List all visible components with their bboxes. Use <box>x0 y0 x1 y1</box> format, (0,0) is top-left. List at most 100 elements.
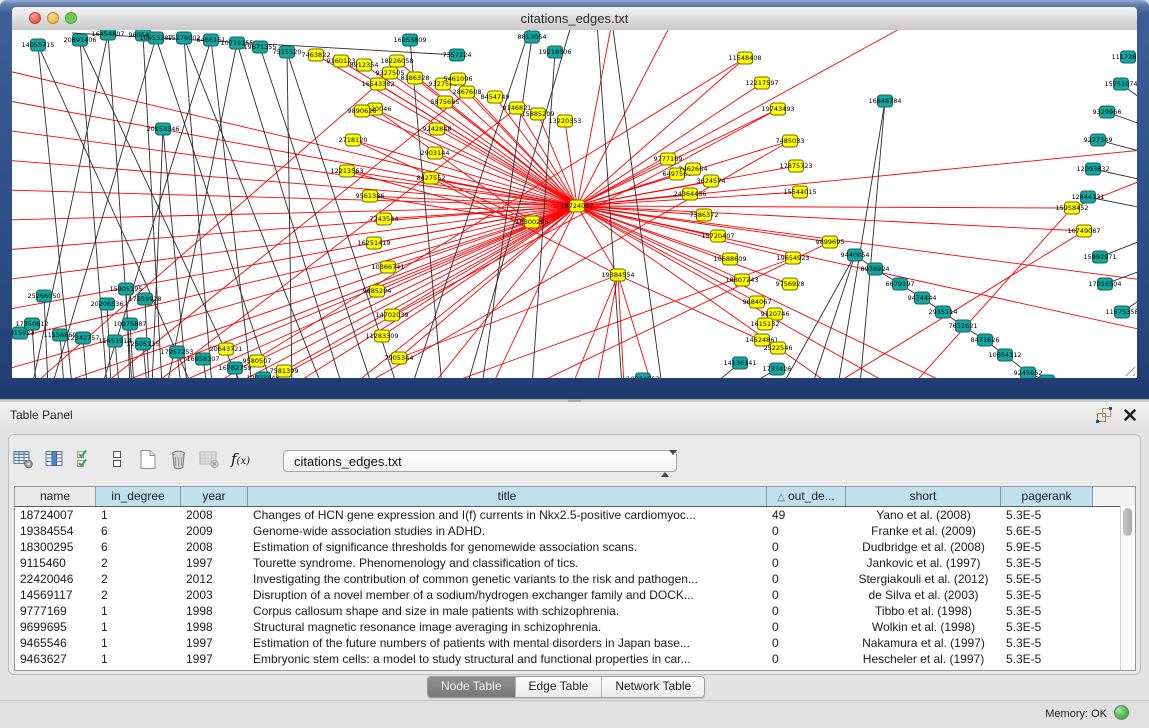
table-cell[interactable]: 5.3E-5 <box>1001 619 1093 635</box>
table-row[interactable]: 1872400712008Changes of HCN gene express… <box>15 507 1135 523</box>
table-cell[interactable]: 0 <box>767 635 846 651</box>
network-graph[interactable]: 1405571520891406164548079605425106532871… <box>12 30 1137 378</box>
vertical-scrollbar[interactable] <box>1120 506 1135 670</box>
table-cell[interactable]: Genome-wide association studies in ADHD. <box>248 523 767 539</box>
table-cell[interactable]: Yano et al. (2008) <box>846 507 1001 523</box>
table-cell[interactable]: 9115460 <box>15 555 96 571</box>
table-selector-dropdown[interactable]: citations_edges.txt <box>283 450 677 472</box>
table-cell[interactable]: 2 <box>96 587 181 603</box>
delete-column-icon[interactable] <box>163 444 194 474</box>
table-cell[interactable]: Tibbo et al. (1998) <box>846 603 1001 619</box>
table-cell[interactable]: 18724007 <box>15 507 96 523</box>
network-canvas[interactable]: 1405571520891406164548079605425106532871… <box>12 30 1137 378</box>
table-cell[interactable]: 2012 <box>181 571 248 587</box>
table-cell[interactable]: 5.3E-5 <box>1001 603 1093 619</box>
new-column-icon[interactable] <box>132 444 163 474</box>
table-cell[interactable]: 6 <box>96 539 181 555</box>
table-cell[interactable]: 0 <box>767 619 846 635</box>
table-cell[interactable]: 9465546 <box>15 635 96 651</box>
table-cell[interactable]: 1 <box>96 507 181 523</box>
table-cell[interactable]: 19384554 <box>15 523 96 539</box>
table-cell[interactable]: 5.3E-5 <box>1001 507 1093 523</box>
table-cell[interactable]: de Silva et al. (2003) <box>846 587 1001 603</box>
column-header-year[interactable]: year <box>181 487 248 506</box>
table-cell[interactable]: Investigating the contribution of common… <box>248 571 767 587</box>
table-row[interactable]: 946554611997Estimation of the future num… <box>15 635 1135 651</box>
table-cell[interactable]: Dudbridge et al. (2008) <box>846 539 1001 555</box>
tab-node-table[interactable]: Node Table <box>428 677 516 697</box>
table-cell[interactable]: 0 <box>767 523 846 539</box>
table-cell[interactable]: 1998 <box>181 603 248 619</box>
table-cell[interactable]: 2003 <box>181 587 248 603</box>
table-cell[interactable]: Wolkin et al. (1998) <box>846 619 1001 635</box>
row-height-icon[interactable] <box>101 444 132 474</box>
table-cell[interactable]: 6 <box>96 523 181 539</box>
table-cell[interactable]: Franke et al. (2009) <box>846 523 1001 539</box>
table-cell[interactable]: 18300295 <box>15 539 96 555</box>
column-header-name[interactable]: name <box>15 487 96 506</box>
delete-table-icon[interactable] <box>194 444 225 474</box>
table-cell[interactable]: 5.9E-5 <box>1001 539 1093 555</box>
close-panel-icon[interactable] <box>1123 408 1137 422</box>
table-cell[interactable]: 14569117 <box>15 587 96 603</box>
table-row[interactable]: 969969511998Structural magnetic resonanc… <box>15 619 1135 635</box>
table-cell[interactable]: 1997 <box>181 555 248 571</box>
table-cell[interactable]: 5.3E-5 <box>1001 587 1093 603</box>
table-cell[interactable]: 1 <box>96 651 181 667</box>
table-cell[interactable]: 1 <box>96 619 181 635</box>
table-cell[interactable]: 5.3E-5 <box>1001 555 1093 571</box>
table-cell[interactable]: Structural magnetic resonance image aver… <box>248 619 767 635</box>
table-cell[interactable]: 2008 <box>181 539 248 555</box>
tab-edge-table[interactable]: Edge Table <box>516 677 603 697</box>
table-row[interactable]: 977716911998Corpus callosum shape and si… <box>15 603 1135 619</box>
table-cell[interactable]: 1997 <box>181 635 248 651</box>
table-cell[interactable]: 9777169 <box>15 603 96 619</box>
float-panel-icon[interactable] <box>1095 407 1113 424</box>
table-cell[interactable]: 49 <box>767 507 846 523</box>
table-cell[interactable]: Stergiakouli et al. (2012) <box>846 571 1001 587</box>
table-cell[interactable]: Disruption of a novel member of a sodium… <box>248 587 767 603</box>
table-cell[interactable]: 0 <box>767 571 846 587</box>
table-cell[interactable]: Corpus callosum shape and size in male p… <box>248 603 767 619</box>
table-cell[interactable]: 2 <box>96 555 181 571</box>
table-cell[interactable]: 0 <box>767 603 846 619</box>
table-row[interactable]: 911546021997Tourette syndrome. Phenomeno… <box>15 555 1135 571</box>
column-visibility-icon[interactable] <box>39 444 70 474</box>
selection-mode-icon[interactable] <box>70 444 101 474</box>
table-cell[interactable]: Jankovic et al. (1997) <box>846 555 1001 571</box>
table-cell[interactable]: 9699695 <box>15 619 96 635</box>
table-cell[interactable]: 22420046 <box>15 571 96 587</box>
table-cell[interactable]: 0 <box>767 651 846 667</box>
tab-network-table[interactable]: Network Table <box>602 677 704 697</box>
table-cell[interactable]: 1998 <box>181 619 248 635</box>
table-cell[interactable]: Hescheler et al. (1997) <box>846 651 1001 667</box>
table-cell[interactable]: 5.3E-5 <box>1001 635 1093 651</box>
column-header-pagerank[interactable]: pagerank <box>1001 487 1093 506</box>
network-window-titlebar[interactable]: citations_edges.txt <box>12 7 1137 31</box>
table-cell[interactable]: 2009 <box>181 523 248 539</box>
table-row[interactable]: 1938455462009Genome-wide association stu… <box>15 523 1135 539</box>
table-row[interactable]: 1830029562008Estimation of significance … <box>15 539 1135 555</box>
table-cell[interactable]: 9463627 <box>15 651 96 667</box>
table-cell[interactable]: Embryonic stem cells: a model to study s… <box>248 651 767 667</box>
table-cell[interactable]: 0 <box>767 555 846 571</box>
table-cell[interactable]: 5.6E-5 <box>1001 523 1093 539</box>
table-cell[interactable]: Estimation of the future numbers of pati… <box>248 635 767 651</box>
table-cell[interactable]: Changes of HCN gene expression and I(f) … <box>248 507 767 523</box>
table-cell[interactable]: Tourette syndrome. Phenomenology and cla… <box>248 555 767 571</box>
table-cell[interactable]: Nakamura et al. (1997) <box>846 635 1001 651</box>
table-row[interactable]: 1456911722003Disruption of a novel membe… <box>15 587 1135 603</box>
table-cell[interactable]: 1997 <box>181 651 248 667</box>
table-cell[interactable]: Estimation of significance thresholds fo… <box>248 539 767 555</box>
table-cell[interactable]: 5.3E-5 <box>1001 651 1093 667</box>
column-header-title[interactable]: title <box>248 487 767 506</box>
column-header-out_de[interactable]: △out_de... <box>767 487 846 506</box>
table-cell[interactable]: 1 <box>96 635 181 651</box>
table-cell[interactable]: 1 <box>96 603 181 619</box>
table-settings-icon[interactable] <box>8 444 39 474</box>
column-header-in_degree[interactable]: in_degree <box>96 487 181 506</box>
table-row[interactable]: 2242004622012Investigating the contribut… <box>15 571 1135 587</box>
table-cell[interactable]: 5.5E-5 <box>1001 571 1093 587</box>
table-cell[interactable]: 0 <box>767 587 846 603</box>
table-cell[interactable]: 2008 <box>181 507 248 523</box>
